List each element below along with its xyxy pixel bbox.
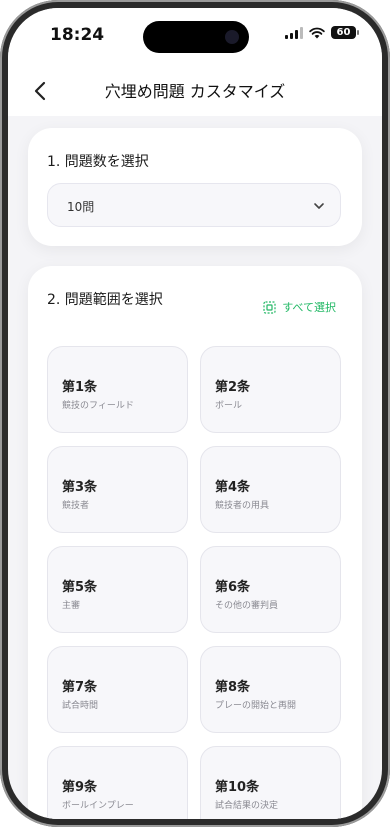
article-number: 第10条 [215,780,260,795]
article-name: 競技のフィールド [62,401,134,411]
wifi-icon [309,27,325,38]
article-tile[interactable]: 第2条 ボール [200,346,341,433]
select-all-label: すべて選択 [282,301,336,314]
question-count-select[interactable]: 10問 [47,183,341,227]
main-content: 1. 問題数を選択 10問 2. 問題範囲を選択 すべて選択 第1条 競技のフィ… [8,116,382,819]
article-number: 第7条 [62,680,98,695]
article-number: 第4条 [215,480,251,495]
article-tile[interactable]: 第7条 試合時間 [47,646,188,733]
cellular-signal-icon [285,26,303,39]
article-name: 試合時間 [62,701,99,711]
phone-frame: 18:24 60 穴埋め問題 カスタマイズ 1. 問題数を選択 10問 2. 問… [0,0,390,827]
question-count-title: 1. 問題数を選択 [47,154,149,170]
camera-icon [225,30,239,44]
article-name: 競技者の用具 [215,501,270,511]
article-tile[interactable]: 第1条 競技のフィールド [47,346,188,433]
chevron-down-icon [314,203,324,209]
status-bar: 18:24 60 [8,8,382,66]
dynamic-island [143,21,249,53]
range-card: 2. 問題範囲を選択 すべて選択 第1条 競技のフィールド 第2条 ボール 第3… [28,266,362,819]
article-tile[interactable]: 第5条 主審 [47,546,188,633]
article-number: 第5条 [62,580,98,595]
screen: 18:24 60 穴埋め問題 カスタマイズ 1. 問題数を選択 10問 2. 問… [8,8,382,819]
article-tile[interactable]: 第9条 ボールインプレー [47,746,188,819]
article-name: 主審 [62,601,81,611]
article-name: その他の審判員 [215,601,279,611]
article-name: ボール [215,401,243,411]
status-time: 18:24 [50,25,105,45]
question-count-card: 1. 問題数を選択 10問 [28,128,362,246]
page-title: 穴埋め問題 カスタマイズ [104,82,286,101]
article-tile[interactable]: 第3条 競技者 [47,446,188,533]
select-all-button[interactable]: すべて選択 [263,299,336,315]
article-tile[interactable]: 第4条 競技者の用具 [200,446,341,533]
article-name: プレーの開始と再開 [215,701,297,711]
article-name: 試合結果の決定 [215,801,279,811]
article-number: 第1条 [62,380,98,395]
article-number: 第2条 [215,380,251,395]
article-tile[interactable]: 第8条 プレーの開始と再開 [200,646,341,733]
article-number: 第3条 [62,480,98,495]
article-number: 第9条 [62,780,98,795]
status-icons: 60 [285,26,359,39]
article-number: 第8条 [215,680,251,695]
select-all-icon [263,300,276,314]
article-name: 競技者 [62,501,90,511]
article-number: 第6条 [215,580,251,595]
battery-icon: 60 [331,26,359,39]
range-title: 2. 問題範囲を選択 [47,292,163,308]
question-count-value: 10問 [67,200,95,214]
article-name: ボールインプレー [62,801,134,811]
article-tile[interactable]: 第6条 その他の審判員 [200,546,341,633]
article-tile[interactable]: 第10条 試合結果の決定 [200,746,341,819]
nav-bar: 穴埋め問題 カスタマイズ [8,66,382,116]
